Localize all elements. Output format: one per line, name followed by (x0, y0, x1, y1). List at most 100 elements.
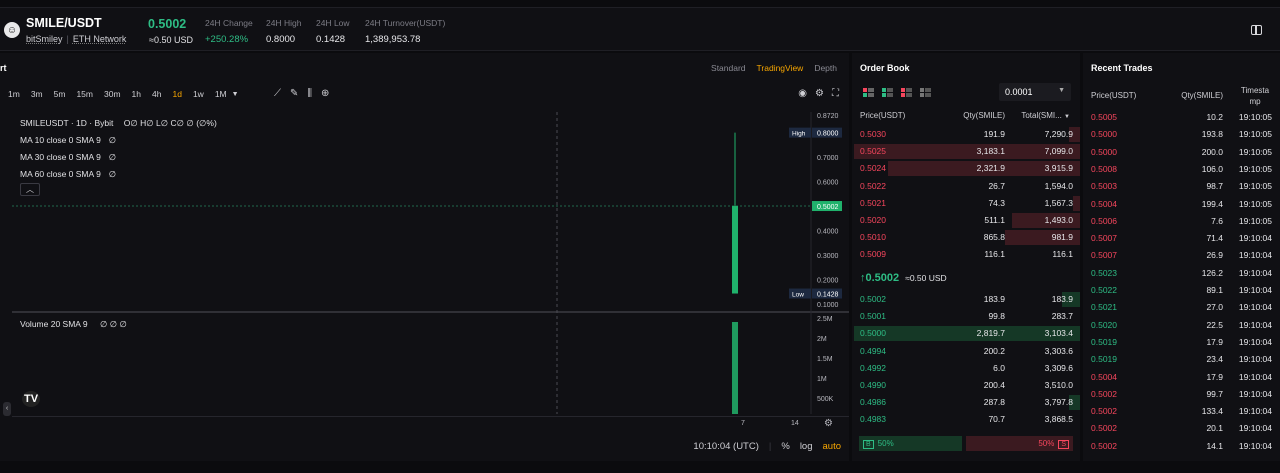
collapse-legend-button[interactable]: ︿ (20, 183, 40, 196)
ma-label: MA 30 close 0 SMA 9 (20, 152, 101, 162)
ob-total: 3,915.9 (1044, 163, 1073, 174)
ma-value: ∅ (108, 152, 117, 162)
order-book-row[interactable]: 0.5020 511.1 1,493.0 (852, 212, 1080, 229)
bids-only-view-icon[interactable] (882, 88, 893, 97)
order-book-row[interactable]: 0.4986 287.8 3,797.8 (852, 394, 1080, 411)
volume-tick: 1.5M (817, 356, 833, 363)
precision-select[interactable]: 0.0001 ▼ (999, 83, 1071, 101)
volume-legend-label: Volume 20 SMA 9 (20, 319, 88, 329)
stat-label: 24H High (266, 18, 302, 28)
trade-time: 19:10:05 (1238, 181, 1272, 192)
token-name[interactable]: bitSmiley (26, 34, 63, 44)
trade-price: 0.5003 (1091, 181, 1117, 192)
network-name[interactable]: ETH Network (73, 34, 127, 44)
order-book-row[interactable]: 0.5002 183.9 183.9 (852, 291, 1080, 308)
ma-value: ∅ (108, 169, 117, 179)
order-book-row[interactable]: 0.4992 6.0 3,309.6 (852, 360, 1080, 377)
trade-row: 0.5003 98.7 19:10:05 (1083, 178, 1280, 195)
ob-total: 183.9 (1051, 294, 1073, 304)
trade-price: 0.5002 (1091, 388, 1117, 399)
chart-panel: rt Standard TradingView Depth 1m 3m 5m 15m 30m… (0, 53, 849, 461)
order-book-row[interactable]: 0.5009 116.1 116.1 (852, 246, 1080, 263)
trade-price: 0.5005 (1091, 112, 1117, 122)
chevron-left-icon[interactable]: ‹ (3, 402, 11, 416)
trade-time: 19:10:04 (1238, 423, 1272, 434)
trade-price: 0.5008 (1091, 163, 1117, 174)
asks-only-view-icon[interactable] (901, 88, 912, 97)
ob-qty: 26.7 (988, 180, 1005, 191)
trade-time: 19:10:05 (1238, 163, 1272, 174)
buy-ratio-label: 50% (877, 439, 894, 448)
stat-value: 0.8000 (266, 34, 296, 45)
order-book-row[interactable]: 0.5000 2,819.7 3,103.4 (852, 325, 1080, 342)
candle-body[interactable] (732, 206, 738, 294)
last-price-usd: ≈0.50 USD (149, 35, 193, 45)
mid-price: ↑0.5002 (860, 272, 900, 284)
chevron-down-icon: ▼ (1058, 87, 1065, 94)
auto-scale-toggle[interactable]: auto (823, 441, 842, 452)
trade-time: 19:10:04 (1238, 406, 1272, 417)
order-book-row[interactable]: 0.5021 74.3 1,567.3 (852, 195, 1080, 212)
rt-header-qty: Qty(SMILE) (1181, 91, 1223, 100)
trade-price: 0.5022 (1091, 285, 1117, 295)
order-book-row[interactable]: 0.5001 99.8 283.7 (852, 308, 1080, 325)
ob-qty: 2,819.7 (976, 328, 1005, 339)
ob-price: 0.5002 (860, 294, 886, 304)
trade-time: 19:10:04 (1238, 319, 1272, 330)
ob-total: 1,493.0 (1044, 215, 1073, 225)
stat-2: 24H Low 0.1428 (316, 18, 350, 45)
ob-header-total[interactable]: Total(SMI... ▼ (1021, 111, 1070, 120)
price-tick: 0.4000 (817, 229, 839, 236)
mid-price-value: 0.5002 (865, 272, 900, 284)
pair-title[interactable]: SMILE/USDT (26, 16, 102, 30)
trade-time: 19:10:04 (1238, 371, 1272, 382)
ob-price: 0.5001 (860, 311, 886, 322)
ticker-header: ☺ SMILE/USDT bitSmiley | ETH Network 0.5… (0, 7, 1280, 51)
ob-qty: 116.1 (984, 249, 1005, 260)
order-book-row[interactable]: 0.5030 191.9 7,290.9 (852, 126, 1080, 143)
trade-time: 19:10:04 (1238, 285, 1272, 295)
divider: | (66, 34, 69, 44)
chart-footer: 10:10:04 (UTC) | % log auto (693, 441, 841, 452)
both-sides-view-icon[interactable] (863, 88, 874, 97)
ob-price: 0.5030 (860, 129, 886, 139)
percent-scale-toggle[interactable]: % (781, 441, 789, 452)
order-book-row[interactable]: 0.5022 26.7 1,594.0 (852, 178, 1080, 195)
trade-qty: 14.1 (1206, 440, 1223, 451)
trade-time: 19:10:05 (1238, 112, 1272, 122)
order-book-row[interactable]: 0.5024 2,321.9 3,915.9 (852, 160, 1080, 177)
ob-qty: 6.0 (993, 362, 1005, 373)
ob-qty: 3,183.1 (976, 146, 1005, 157)
time-axis[interactable] (12, 416, 849, 431)
trade-qty: 98.7 (1206, 181, 1223, 192)
list-view-icon[interactable] (920, 88, 931, 97)
trade-qty: 199.4 (1201, 198, 1223, 209)
sell-tag: S (1058, 440, 1069, 449)
trade-price: 0.5004 (1091, 198, 1117, 209)
order-book-row[interactable]: 0.4990 200.4 3,510.0 (852, 377, 1080, 394)
volume-bar[interactable] (732, 322, 738, 414)
layout-toggle-icon[interactable] (1251, 25, 1262, 35)
trade-price: 0.5000 (1091, 146, 1117, 157)
high-tag: High (792, 131, 806, 138)
log-scale-toggle[interactable]: log (800, 441, 813, 452)
ob-total: 7,099.0 (1044, 146, 1073, 157)
order-book-row[interactable]: 0.5025 3,183.1 7,099.0 (852, 143, 1080, 160)
trade-price: 0.5007 (1091, 233, 1117, 244)
order-book-row[interactable]: 0.4994 200.2 3,303.6 (852, 343, 1080, 360)
order-book-row[interactable]: 0.4983 70.7 3,868.5 (852, 411, 1080, 428)
order-book-row[interactable]: 0.5010 865.8 981.9 (852, 229, 1080, 246)
trade-price: 0.5019 (1091, 354, 1117, 365)
trade-price: 0.5006 (1091, 215, 1117, 226)
stat-value: 0.1428 (316, 34, 346, 45)
mid-price-usd: ≈0.50 USD (905, 273, 947, 283)
rt-header-time: Timestamp (1240, 86, 1270, 106)
mid-price-row: ↑0.5002 ≈0.50 USD (860, 272, 947, 284)
ob-total: 116.1 (1052, 249, 1073, 260)
high-badge: 0.8000 (817, 131, 839, 138)
trade-qty: 133.4 (1201, 406, 1223, 417)
recent-trades-panel: Recent Trades Price(USDT) Qty(SMILE) Tim… (1083, 53, 1280, 461)
trade-price: 0.5007 (1091, 250, 1117, 261)
trade-row: 0.5004 17.9 19:10:04 (1083, 369, 1280, 386)
ob-total: 1,567.3 (1044, 197, 1073, 208)
